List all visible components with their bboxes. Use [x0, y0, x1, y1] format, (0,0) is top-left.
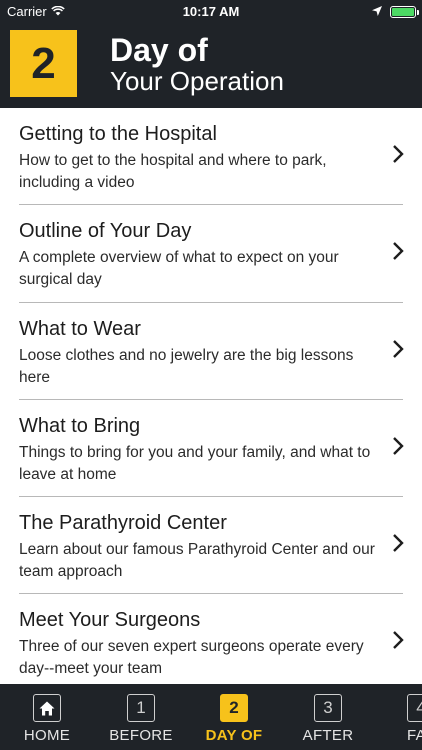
chevron-right-icon	[392, 533, 404, 553]
step-3-icon: 3	[314, 694, 342, 722]
list-item-description: Things to bring for you and your family,…	[19, 443, 371, 483]
tab-label: BEFORE	[109, 727, 173, 744]
list-item-description: How to get to the hospital and where to …	[19, 152, 327, 191]
list-item-description: Three of our seven expert surgeons opera…	[19, 638, 364, 678]
list-item-outline-of-day[interactable]: Outline of Your Day A complete overview …	[0, 205, 422, 303]
tab-day-of[interactable]: 2 DAY OF	[187, 684, 281, 750]
chevron-right-icon	[392, 241, 404, 261]
page-header: 2 Day of Your Operation	[0, 22, 422, 108]
tab-before[interactable]: 1 BEFORE	[94, 684, 188, 750]
chevron-right-icon	[392, 436, 404, 456]
tab-label: FA	[407, 727, 422, 744]
clock: 10:17 AM	[182, 4, 240, 19]
list-item-title: Outline of Your Day	[19, 220, 192, 243]
list-item-what-to-bring[interactable]: What to Bring Things to bring for you an…	[0, 400, 422, 498]
tab-after[interactable]: 3 AFTER	[281, 684, 375, 750]
step-number-badge: 2	[10, 30, 77, 97]
location-arrow-icon	[372, 4, 382, 19]
status-bar: Carrier 10:17 AM	[0, 0, 422, 22]
page-title: Day of	[110, 32, 208, 68]
list-item-getting-to-hospital[interactable]: Getting to the Hospital How to get to th…	[0, 108, 422, 206]
list-item-description: Loose clothes and no jewelry are the big…	[19, 346, 354, 386]
step-2-icon: 2	[220, 694, 248, 722]
step-4-icon: 4	[407, 694, 422, 722]
list-item-description: Learn about our famous Parathyroid Cente…	[19, 541, 375, 581]
tab-fa[interactable]: 4 FA	[375, 684, 422, 750]
chevron-right-icon	[392, 339, 404, 359]
list-item-what-to-wear[interactable]: What to Wear Loose clothes and no jewelr…	[0, 303, 422, 400]
tab-label: AFTER	[302, 727, 354, 744]
list-item-title: The Parathyroid Center	[19, 512, 227, 535]
list-item-meet-surgeons[interactable]: Meet Your Surgeons Three of our seven ex…	[0, 594, 422, 684]
tab-label: HOME	[23, 727, 71, 744]
list-item-title: What to Wear	[19, 317, 141, 340]
list-item-title: Getting to the Hospital	[19, 123, 217, 145]
list-item-title: What to Bring	[19, 414, 141, 437]
topic-list: Getting to the Hospital How to get to th…	[0, 108, 422, 684]
tab-bar: HOME 1 BEFORE 2 DAY OF 3 AFTER 4 FA	[0, 684, 422, 750]
chevron-right-icon	[392, 630, 404, 650]
step-1-icon: 1	[127, 694, 155, 722]
battery-icon	[390, 5, 419, 18]
tab-label: DAY OF	[205, 727, 263, 744]
home-icon	[33, 694, 61, 722]
page-subtitle: Your Operation	[110, 66, 284, 96]
list-item-description: A complete overview of what to expect on…	[19, 249, 339, 289]
tab-home[interactable]: HOME	[0, 684, 94, 750]
chevron-right-icon	[392, 144, 404, 164]
list-item-title: Meet Your Surgeons	[19, 609, 201, 632]
list-item-parathyroid-center[interactable]: The Parathyroid Center Learn about our f…	[0, 497, 422, 595]
